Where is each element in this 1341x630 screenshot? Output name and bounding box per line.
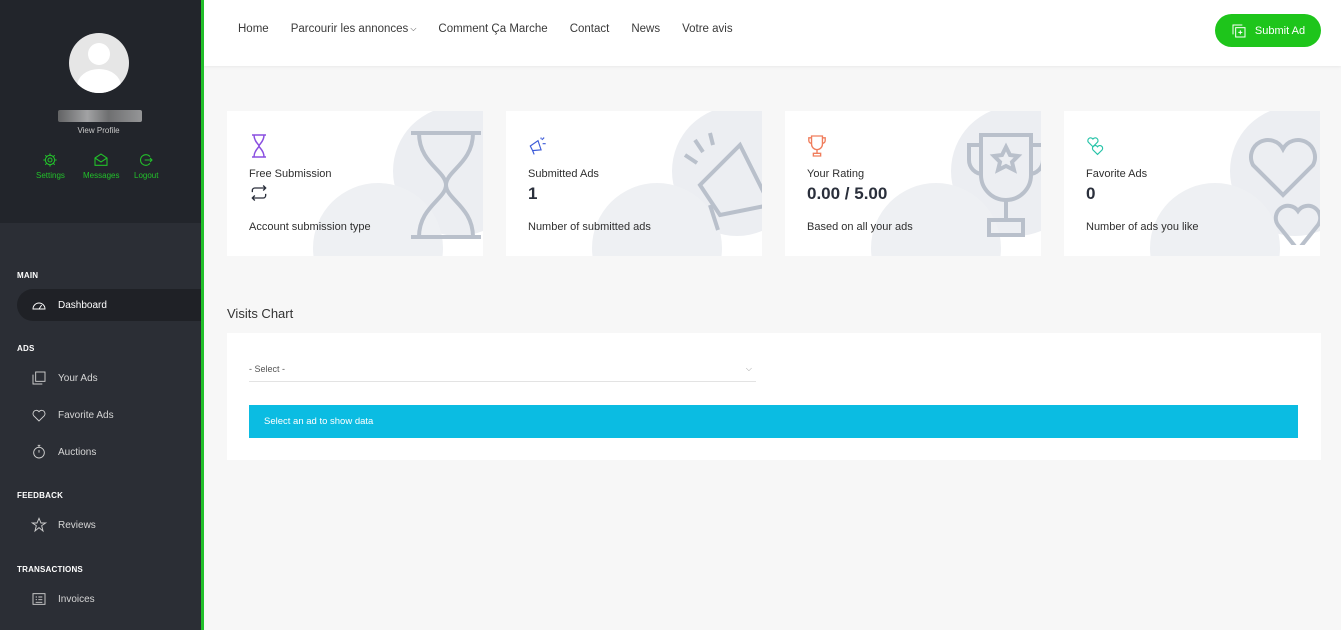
view-profile-link[interactable]: View Profile: [0, 126, 197, 135]
sidebar-item-invoices[interactable]: Invoices: [17, 583, 201, 615]
megaphone-icon: [683, 132, 762, 231]
trophy-icon: [967, 133, 1041, 237]
sidebar: View Profile Settings Messages Logout MA…: [0, 0, 201, 630]
settings-link[interactable]: Settings: [36, 152, 65, 180]
logout-link[interactable]: Logout: [134, 152, 158, 180]
trophy-icon: [808, 135, 826, 157]
add-copy-icon: [1232, 24, 1246, 37]
stat-desc: Number of submitted ads: [528, 221, 651, 233]
messages-link[interactable]: Messages: [83, 152, 119, 180]
sidebar-item-label: Your Ads: [58, 372, 98, 384]
settings-label: Settings: [36, 171, 65, 180]
copy-icon: [32, 371, 46, 385]
ad-select-dropdown[interactable]: - Select - ⌵: [249, 357, 756, 382]
stopwatch-icon: [33, 444, 45, 459]
hourglass-icon: [411, 131, 481, 239]
menu-how-it-works[interactable]: Comment Ça Marche: [438, 23, 547, 35]
stat-title: Favorite Ads: [1086, 168, 1148, 180]
stat-card-submission: Free Submission Account submission type: [227, 111, 483, 256]
top-navbar: Home Parcourir les annonces ⌵ Comment Ça …: [204, 0, 1341, 66]
sidebar-item-label: Reviews: [58, 519, 96, 531]
main-menu: Home Parcourir les annonces ⌵ Comment Ça …: [238, 23, 755, 35]
invoice-icon: [32, 593, 46, 605]
stat-card-submitted-ads: Submitted Ads 1 Number of submitted ads: [506, 111, 762, 256]
stat-value: 0.00 / 5.00: [807, 184, 888, 203]
sidebar-item-label: Invoices: [58, 593, 95, 605]
menu-news[interactable]: News: [631, 23, 660, 35]
menu-browse-ads-label: Parcourir les annonces: [290, 23, 409, 35]
sidebar-item-reviews[interactable]: Reviews: [17, 509, 201, 541]
visits-chart-panel: - Select - ⌵ Select an ad to show data: [227, 333, 1321, 460]
stat-card-rating: Your Rating 0.00 / 5.00 Based on all you…: [785, 111, 1041, 256]
envelope-icon: [94, 153, 108, 166]
stat-card-favorites: Favorite Ads 0 Number of ads you like: [1064, 111, 1320, 256]
messages-label: Messages: [83, 171, 120, 180]
stat-desc: Account submission type: [249, 221, 371, 233]
ad-select-value: - Select -: [249, 364, 286, 374]
visits-chart-title: Visits Chart: [227, 306, 294, 321]
section-transactions: TRANSACTIONS: [17, 565, 83, 574]
sidebar-item-favorite-ads[interactable]: Favorite Ads: [17, 399, 201, 431]
menu-browse-ads[interactable]: Parcourir les annonces ⌵: [291, 23, 417, 35]
sidebar-accent-border: [201, 0, 204, 630]
sidebar-item-auctions[interactable]: Auctions: [17, 436, 201, 468]
star-icon: [31, 517, 47, 533]
chevron-down-icon: ⌵: [745, 364, 752, 373]
stat-desc: Based on all your ads: [807, 221, 913, 233]
section-feedback: FEEDBACK: [17, 491, 64, 500]
menu-feedback[interactable]: Votre avis: [682, 23, 733, 35]
repeat-icon: [251, 185, 267, 201]
sidebar-item-label: Dashboard: [58, 299, 107, 311]
hourglass-icon: [252, 134, 266, 158]
gear-icon: [43, 153, 58, 167]
hearts-icon: [1087, 137, 1104, 156]
chevron-down-icon: ⌵: [410, 24, 417, 33]
stat-value: 1: [528, 184, 538, 203]
heart-icon: [32, 409, 46, 422]
menu-home[interactable]: Home: [238, 23, 269, 35]
sidebar-item-label: Auctions: [58, 446, 97, 458]
sidebar-item-dashboard[interactable]: Dashboard: [17, 289, 201, 321]
submit-ad-button[interactable]: Submit Ad: [1215, 14, 1321, 47]
speedometer-icon: [32, 302, 46, 310]
hearts-icon: [1249, 138, 1320, 245]
sidebar-item-label: Favorite Ads: [58, 409, 114, 421]
sidebar-item-your-ads[interactable]: Your Ads: [17, 362, 201, 394]
visits-info-alert: Select an ad to show data: [249, 405, 1298, 438]
profile-panel: View Profile Settings Messages Logout: [0, 0, 201, 223]
visits-info-text: Select an ad to show data: [264, 416, 374, 427]
section-ads: ADS: [17, 344, 35, 353]
stat-title: Your Rating: [807, 168, 865, 180]
username-redacted: [58, 110, 142, 122]
section-main: MAIN: [17, 271, 39, 280]
logout-icon: [140, 154, 153, 166]
stat-desc: Number of ads you like: [1086, 221, 1199, 233]
stat-title: Free Submission: [249, 168, 332, 180]
logout-label: Logout: [134, 171, 159, 180]
stat-title: Submitted Ads: [528, 168, 599, 180]
menu-contact[interactable]: Contact: [570, 23, 610, 35]
stat-value: 0: [1086, 184, 1096, 203]
submit-ad-label: Submit Ad: [1254, 24, 1306, 37]
megaphone-icon: [529, 137, 546, 155]
avatar[interactable]: [69, 33, 129, 93]
